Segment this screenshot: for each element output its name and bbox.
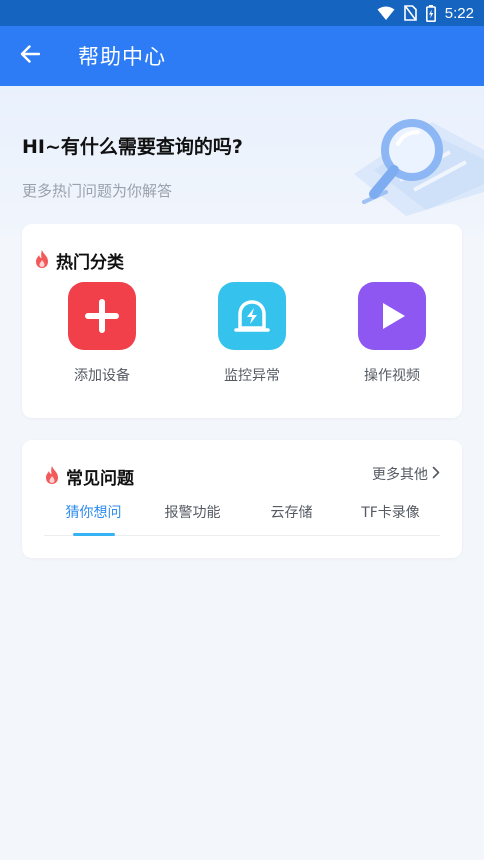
flame-icon (34, 249, 50, 273)
back-button[interactable] (0, 26, 60, 86)
tab-alarm-function[interactable]: 报警功能 (143, 500, 242, 535)
battery-icon (425, 4, 436, 22)
hot-categories-card: 热门分类 添加设备 监控异常 操作视频 (22, 224, 462, 418)
faq-tabs: 猜你想问 报警功能 云存储 TF卡录像 (44, 500, 440, 536)
category-label: 添加设备 (74, 368, 130, 384)
more-link[interactable]: 更多其他 (372, 464, 440, 484)
hero-title: HI~有什么需要查询的吗? (22, 136, 243, 158)
arrow-left-icon (20, 45, 41, 67)
tab-cloud-storage[interactable]: 云存储 (242, 500, 341, 535)
magnifier-icon (334, 104, 484, 220)
category-operation-video[interactable]: 操作视频 (322, 282, 462, 385)
faq-card: 常见问题 更多其他 猜你想问 报警功能 云存储 TF卡录像 (22, 440, 462, 558)
category-monitor-abnormal[interactable]: 监控异常 (182, 282, 322, 385)
faq-header: 常见问题 (44, 464, 134, 489)
hero-banner: HI~有什么需要查询的吗? 更多热门问题为你解答 (0, 86, 484, 236)
hot-categories-header: 热门分类 (34, 248, 124, 273)
hot-categories-title: 热门分类 (56, 253, 124, 273)
no-sim-icon (403, 5, 417, 21)
category-list: 添加设备 监控异常 操作视频 (22, 282, 462, 385)
faq-title: 常见问题 (66, 469, 134, 489)
chevron-right-icon (432, 466, 440, 483)
play-icon (358, 282, 426, 350)
category-label: 监控异常 (224, 368, 280, 384)
status-bar: 5:22 (0, 0, 484, 26)
wifi-icon (377, 6, 395, 21)
tab-guess-you-ask[interactable]: 猜你想问 (44, 500, 143, 536)
flame-icon (44, 465, 60, 489)
plus-icon (68, 282, 136, 350)
status-time: 5:22 (444, 4, 474, 22)
category-label: 操作视频 (364, 368, 420, 384)
page-title: 帮助中心 (78, 45, 166, 69)
tab-tf-card-recording[interactable]: TF卡录像 (341, 500, 440, 535)
hero-subtitle: 更多热门问题为你解答 (22, 182, 173, 200)
app-bar: 帮助中心 (0, 26, 484, 86)
more-label: 更多其他 (372, 467, 428, 483)
alarm-lamp-icon (218, 282, 286, 350)
category-add-device[interactable]: 添加设备 (22, 282, 182, 385)
